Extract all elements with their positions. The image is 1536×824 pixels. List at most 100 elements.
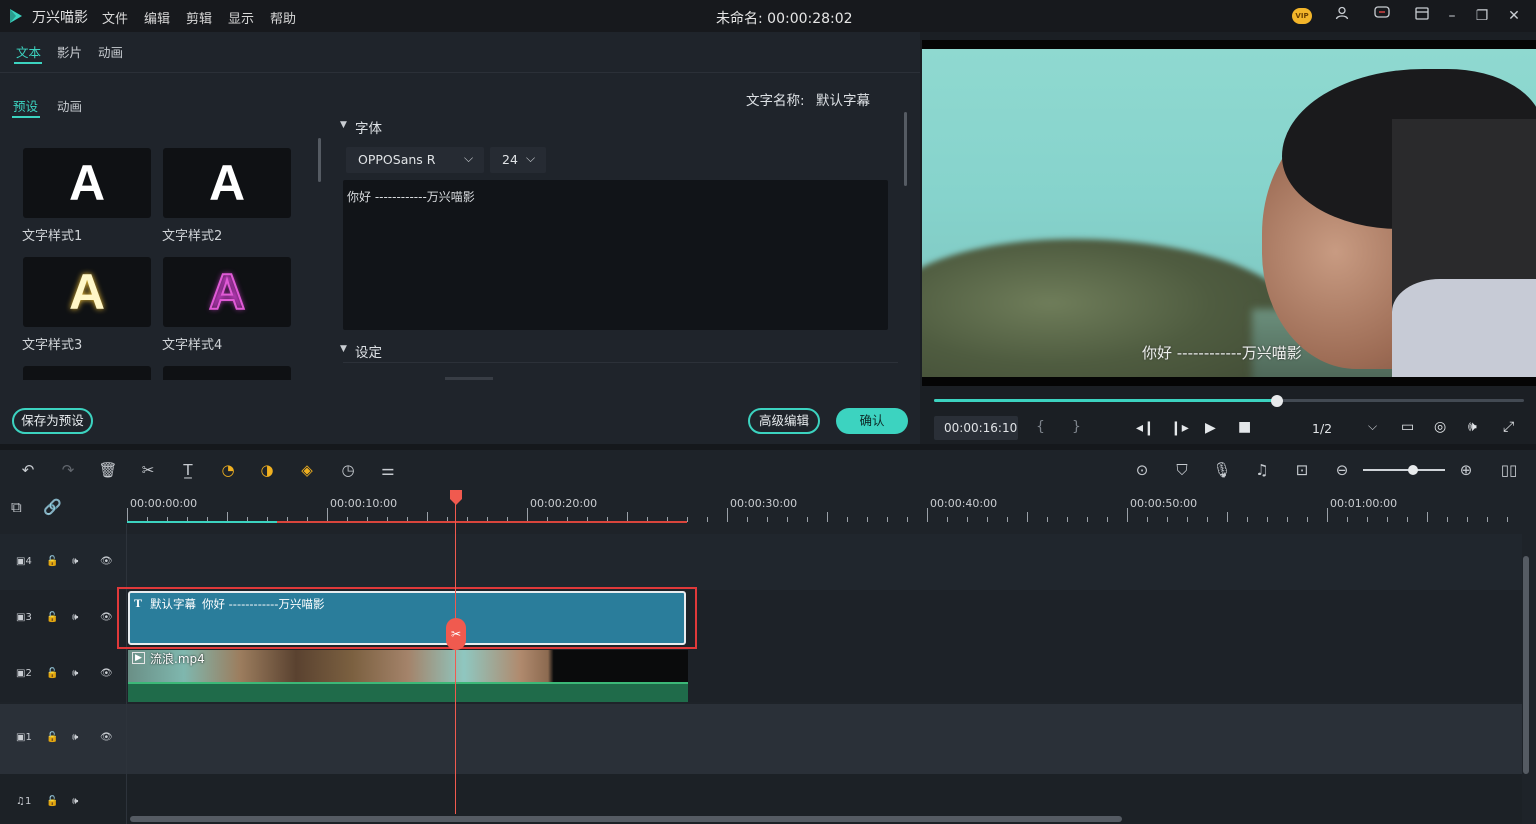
add-track-icon[interactable]: ⧉ xyxy=(11,498,22,516)
time-ruler[interactable]: 00:00:00:00 00:00:10:00 00:00:20:00 00:0… xyxy=(127,490,1522,524)
store-icon[interactable] xyxy=(1412,6,1432,26)
playback-progress-handle[interactable] xyxy=(1271,395,1283,407)
text-content-input[interactable]: 你好 ------------万兴喵影 xyxy=(343,180,888,330)
font-size-select[interactable]: 24 ⌵ xyxy=(490,147,546,173)
text-style-1-thumbnail[interactable]: A xyxy=(23,148,151,218)
audio-mixer-icon[interactable]: ♫ xyxy=(1251,460,1273,480)
unrendered-range-bar xyxy=(277,521,687,523)
mark-in-button[interactable]: { xyxy=(1036,419,1045,435)
text-style-1-label: 文字样式1 xyxy=(22,229,83,244)
link-icon[interactable]: 🔗 xyxy=(43,498,62,516)
subtab-animation[interactable]: 动画 xyxy=(57,96,82,115)
collapse-arrow-icon[interactable]: ▼ xyxy=(340,344,347,354)
tab-text[interactable]: 文本 xyxy=(16,42,41,61)
render-preview-icon[interactable]: ⊙ xyxy=(1131,460,1153,480)
lock-icon[interactable]: 🔓 xyxy=(46,612,58,623)
style-list-scrollbar[interactable] xyxy=(318,138,321,182)
feedback-icon[interactable] xyxy=(1372,6,1392,26)
menu-view[interactable]: 显示 xyxy=(228,8,254,27)
eye-icon[interactable]: 👁 xyxy=(100,556,113,567)
eye-icon[interactable]: 👁 xyxy=(100,612,113,623)
collapse-arrow-icon[interactable]: ▼ xyxy=(340,120,347,130)
restore-icon[interactable]: ❐ xyxy=(1472,6,1492,26)
mute-icon[interactable]: 🕪 xyxy=(72,732,78,743)
menu-clip[interactable]: 剪辑 xyxy=(186,8,212,27)
text-style-2-thumbnail[interactable]: A xyxy=(163,148,291,218)
next-frame-icon[interactable]: ❙▸ xyxy=(1170,420,1189,436)
volume-icon[interactable]: 🕪 xyxy=(1468,419,1477,435)
zoom-in-icon[interactable]: ⊕ xyxy=(1455,460,1477,480)
project-title: 未命名: 00:00:28:02 xyxy=(716,11,853,27)
stop-icon[interactable]: ■ xyxy=(1238,419,1251,435)
menu-file[interactable]: 文件 xyxy=(102,8,128,27)
menu-help[interactable]: 帮助 xyxy=(270,8,296,27)
eye-icon[interactable]: 👁 xyxy=(100,668,113,679)
mark-out-button[interactable]: } xyxy=(1072,419,1081,435)
timeline-toolbar: ↶ ↷ 🗑 ✂ T̲ ◔ ◑ ◈ ◷ ⚌ ⊙ ⛉ 🎙 ♫ ⊡ ⊖ ⊕ ▯▯ xyxy=(0,452,1536,488)
confirm-button[interactable]: 确认 xyxy=(836,408,908,434)
tab-film[interactable]: 影片 xyxy=(57,42,82,61)
layout-toggle-icon[interactable]: ▯▯ xyxy=(1497,460,1521,480)
edit-area-scrollbar[interactable] xyxy=(904,112,907,186)
speed-icon[interactable]: ◑ xyxy=(256,460,278,480)
split-scissors-icon[interactable]: ✂ xyxy=(446,618,466,650)
close-icon[interactable]: ✕ xyxy=(1504,6,1524,26)
redo-icon[interactable]: ↷ xyxy=(57,460,79,480)
timeline-vertical-scrollbar[interactable] xyxy=(1523,556,1529,774)
subtab-preset[interactable]: 预设 xyxy=(13,96,38,115)
video-track-icon: ▣2 xyxy=(16,668,32,679)
lock-icon[interactable]: 🔓 xyxy=(46,668,58,679)
text-style-4-thumbnail[interactable]: A xyxy=(163,257,291,327)
undo-icon[interactable]: ↶ xyxy=(17,460,39,480)
playhead-handle[interactable] xyxy=(449,490,463,506)
eye-icon[interactable]: 👁 xyxy=(100,732,113,743)
fullscreen-icon[interactable]: ⤢ xyxy=(1503,419,1514,435)
title-icon[interactable]: T̲ xyxy=(177,460,199,480)
divider xyxy=(0,72,920,73)
duration-icon[interactable]: ◷ xyxy=(337,460,359,480)
previous-frame-icon[interactable]: ◂❙ xyxy=(1136,420,1155,436)
microphone-icon[interactable]: 🎙 xyxy=(1211,460,1233,480)
snapshot-icon[interactable]: ◎ xyxy=(1434,419,1446,435)
advanced-edit-button[interactable]: 高级编辑 xyxy=(748,408,820,434)
zoom-slider-handle[interactable] xyxy=(1408,465,1418,475)
text-style-4-label: 文字样式4 xyxy=(162,338,223,353)
lock-icon[interactable]: 🔓 xyxy=(46,796,58,807)
play-icon[interactable]: ▶ xyxy=(1205,420,1216,436)
lock-icon[interactable]: 🔓 xyxy=(46,556,58,567)
menu-edit[interactable]: 编辑 xyxy=(144,8,170,27)
zoom-slider-track[interactable] xyxy=(1363,469,1445,471)
settings-control-partial xyxy=(445,377,493,380)
timeline-horizontal-scrollbar[interactable] xyxy=(130,816,1122,822)
font-family-select[interactable]: OPPOSans R ⌵ xyxy=(346,147,484,173)
mute-icon[interactable]: 🕪 xyxy=(72,612,78,623)
text-style-6-thumbnail[interactable] xyxy=(163,366,291,380)
lock-icon[interactable]: 🔓 xyxy=(46,732,58,743)
playback-progress-fill xyxy=(934,399,1277,402)
split-icon[interactable]: ✂ xyxy=(137,460,159,480)
display-icon[interactable]: ▭ xyxy=(1401,419,1414,435)
mute-icon[interactable]: 🕪 xyxy=(72,668,78,679)
title-clip[interactable]: T 默认字幕 你好 ------------万兴喵影 xyxy=(128,591,686,645)
tab-animation[interactable]: 动画 xyxy=(98,42,123,61)
text-style-5-thumbnail[interactable] xyxy=(23,366,151,380)
render-quality-select[interactable]: 1/2 ⌵ xyxy=(1300,416,1382,440)
fit-timeline-icon[interactable]: ⊡ xyxy=(1291,460,1313,480)
adjust-icon[interactable]: ⚌ xyxy=(377,460,399,480)
style-glyph: A xyxy=(208,155,246,211)
marker-icon[interactable]: ⛉ xyxy=(1171,460,1193,480)
minimize-icon[interactable]: – xyxy=(1442,6,1462,26)
mute-icon[interactable]: 🕪 xyxy=(72,556,78,567)
account-icon[interactable] xyxy=(1332,6,1352,26)
crop-icon[interactable]: ◔ xyxy=(217,460,239,480)
save-preset-button[interactable]: 保存为预设 xyxy=(12,408,93,434)
mute-icon[interactable]: 🕪 xyxy=(72,796,78,807)
text-style-3-thumbnail[interactable]: A xyxy=(23,257,151,327)
video-clip[interactable]: ▶ 流浪.mp4 xyxy=(128,650,688,702)
delete-icon[interactable]: 🗑 xyxy=(97,460,119,480)
panel-splitter[interactable] xyxy=(0,444,1536,450)
vip-icon[interactable]: VIP xyxy=(1292,8,1312,24)
color-icon[interactable]: ◈ xyxy=(296,460,318,480)
zoom-out-icon[interactable]: ⊖ xyxy=(1331,460,1353,480)
track-number: 3 xyxy=(25,612,32,623)
